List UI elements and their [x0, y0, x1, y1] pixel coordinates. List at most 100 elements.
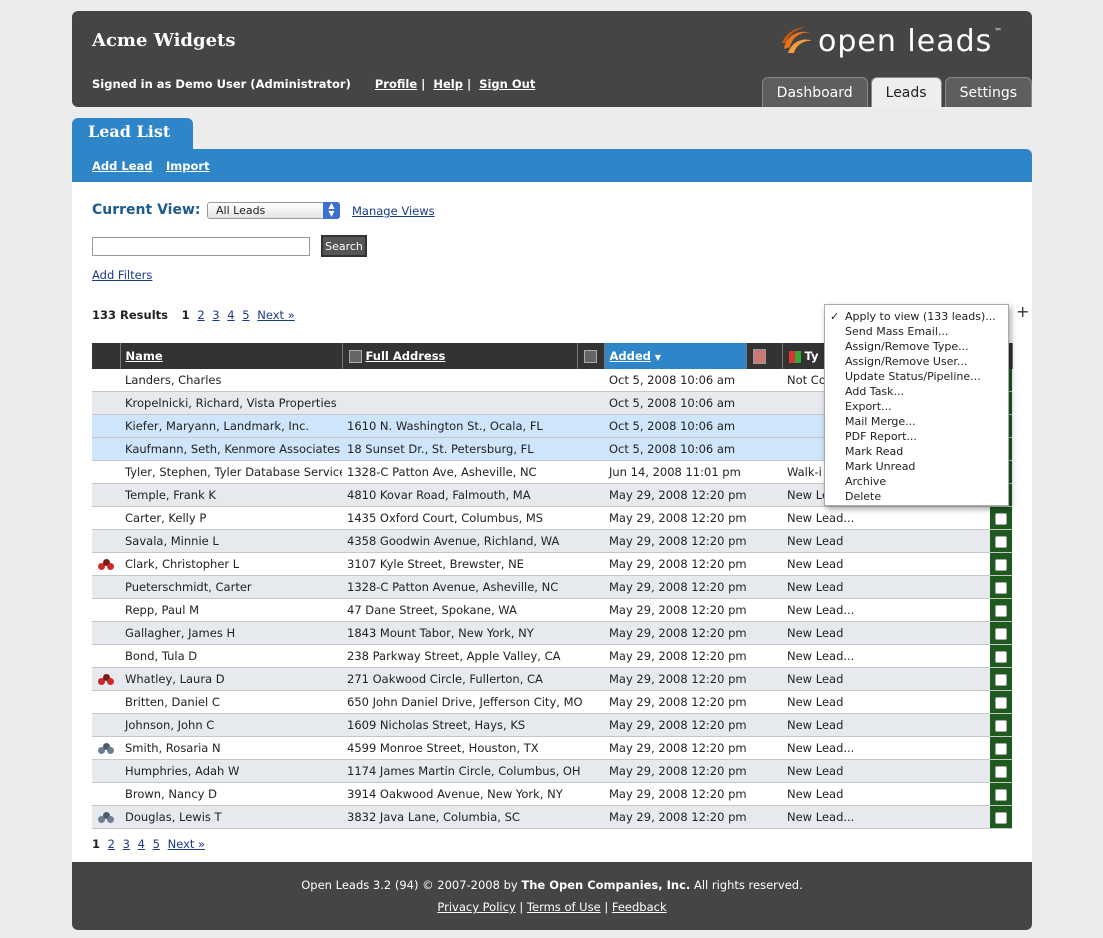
- lead-name[interactable]: Tyler, Stephen, Tyler Database Services: [120, 460, 342, 484]
- sort-by-name-link[interactable]: Name: [126, 349, 163, 363]
- row-checkbox[interactable]: [995, 627, 1007, 640]
- select-cell[interactable]: [990, 552, 1012, 576]
- add-filters-link[interactable]: Add Filters: [92, 268, 152, 282]
- next-page-link[interactable]: Next »: [168, 837, 205, 851]
- row-checkbox[interactable]: [995, 650, 1007, 663]
- lead-name[interactable]: Repp, Paul M: [120, 598, 342, 622]
- next-page-link[interactable]: Next »: [257, 308, 294, 322]
- select-cell[interactable]: [990, 736, 1012, 760]
- row-checkbox[interactable]: [995, 719, 1007, 732]
- menu-item[interactable]: Mark Read: [825, 444, 1008, 459]
- import-link[interactable]: Import: [166, 159, 210, 173]
- page-link[interactable]: 3: [123, 837, 130, 851]
- row-checkbox[interactable]: [995, 742, 1007, 755]
- column-settings-icon[interactable]: [583, 350, 597, 363]
- lead-name[interactable]: Carter, Kelly P: [120, 506, 342, 530]
- row-checkbox[interactable]: [995, 581, 1007, 594]
- row-checkbox[interactable]: [995, 811, 1007, 824]
- lead-name[interactable]: Savala, Minnie L: [120, 529, 342, 553]
- menu-item[interactable]: Assign/Remove Type...: [825, 339, 1008, 354]
- column-options-header[interactable]: [577, 343, 605, 369]
- lead-name[interactable]: Whatley, Laura D: [120, 667, 342, 691]
- search-button[interactable]: Search: [321, 235, 367, 257]
- lead-name[interactable]: Douglas, Lewis T: [120, 805, 342, 829]
- lead-name[interactable]: Kiefer, Maryann, Landmark, Inc.: [120, 414, 342, 438]
- table-row[interactable]: Savala, Minnie L 4358 Goodwin Avenue, Ric…: [92, 529, 1012, 553]
- sign-out-link[interactable]: Sign Out: [479, 77, 535, 91]
- lead-name[interactable]: Kropelnicki, Richard, Vista Properties: [120, 391, 342, 415]
- select-cell[interactable]: [990, 690, 1012, 714]
- menu-item[interactable]: Archive: [825, 474, 1008, 489]
- lead-name[interactable]: Johnson, John C: [120, 713, 342, 737]
- lead-name[interactable]: Temple, Frank K: [120, 483, 342, 507]
- lead-name[interactable]: Clark, Christopher L: [120, 552, 342, 576]
- row-checkbox[interactable]: [995, 558, 1007, 571]
- page-link[interactable]: 3: [212, 308, 219, 322]
- menu-item[interactable]: Mark Unread: [825, 459, 1008, 474]
- select-cell[interactable]: [990, 644, 1012, 668]
- lead-name[interactable]: Pueterschmidt, Carter: [120, 575, 342, 599]
- lead-name[interactable]: Landers, Charles: [120, 369, 342, 392]
- select-cell[interactable]: [990, 621, 1012, 645]
- lead-name[interactable]: Gallagher, James H: [120, 621, 342, 645]
- table-row[interactable]: Whatley, Laura D 271 Oakwood Circle, Full…: [92, 667, 1012, 691]
- row-checkbox[interactable]: [995, 512, 1007, 525]
- table-row[interactable]: Douglas, Lewis T 3832 Java Lane, Columbia…: [92, 805, 1012, 829]
- page-link[interactable]: 2: [197, 308, 204, 322]
- current-view-select[interactable]: All Leads ▲ ▼: [207, 202, 340, 219]
- select-cell[interactable]: [990, 759, 1012, 783]
- lead-name[interactable]: Kaufmann, Seth, Kenmore Associates: [120, 437, 342, 461]
- tab-leads[interactable]: Leads: [870, 77, 942, 107]
- help-link[interactable]: Help: [433, 77, 463, 91]
- privacy-policy-link[interactable]: Privacy Policy: [437, 900, 515, 914]
- menu-item[interactable]: Send Mass Email...: [825, 324, 1008, 339]
- tab-settings[interactable]: Settings: [944, 77, 1032, 107]
- owner-column-header[interactable]: [746, 343, 783, 369]
- row-checkbox[interactable]: [995, 673, 1007, 686]
- name-column-header[interactable]: Name: [120, 343, 343, 369]
- sort-by-address-link[interactable]: Full Address: [366, 349, 446, 363]
- menu-item[interactable]: Update Status/Pipeline...: [825, 369, 1008, 384]
- table-row[interactable]: Clark, Christopher L 3107 Kyle Street, Br…: [92, 552, 1012, 576]
- feedback-link[interactable]: Feedback: [612, 900, 667, 914]
- sort-by-added-link[interactable]: Added: [610, 349, 651, 363]
- menu-item[interactable]: ✓ Apply to view (133 leads)...: [825, 309, 1008, 324]
- lead-name[interactable]: Britten, Daniel C: [120, 690, 342, 714]
- select-cell[interactable]: [990, 529, 1012, 553]
- menu-item[interactable]: Export...: [825, 399, 1008, 414]
- table-row[interactable]: Bond, Tula D 238 Parkway Street, Apple Va…: [92, 644, 1012, 668]
- menu-item[interactable]: Add Task...: [825, 384, 1008, 399]
- menu-item[interactable]: Assign/Remove User...: [825, 354, 1008, 369]
- table-row[interactable]: Johnson, John C 1609 Nicholas Street, Hay…: [92, 713, 1012, 737]
- page-link[interactable]: 5: [242, 308, 249, 322]
- lead-name[interactable]: Humphries, Adah W: [120, 759, 342, 783]
- table-row[interactable]: Repp, Paul M 47 Dane Street, Spokane, WA M…: [92, 598, 1012, 622]
- select-cell[interactable]: [990, 667, 1012, 691]
- page-link[interactable]: 4: [138, 837, 145, 851]
- terms-of-use-link[interactable]: Terms of Use: [527, 900, 601, 914]
- search-input[interactable]: [92, 237, 310, 256]
- select-cell[interactable]: [990, 598, 1012, 622]
- row-checkbox[interactable]: [995, 765, 1007, 778]
- row-checkbox[interactable]: [995, 788, 1007, 801]
- row-checkbox[interactable]: [995, 535, 1007, 548]
- select-cell[interactable]: [990, 713, 1012, 737]
- row-checkbox[interactable]: [995, 604, 1007, 617]
- menu-item[interactable]: Mail Merge...: [825, 414, 1008, 429]
- add-lead-link[interactable]: Add Lead: [92, 159, 153, 173]
- added-column-header[interactable]: Added ▼: [604, 343, 747, 369]
- lead-name[interactable]: Brown, Nancy D: [120, 782, 342, 806]
- table-row[interactable]: Britten, Daniel C 650 John Daniel Drive, …: [92, 690, 1012, 714]
- row-checkbox[interactable]: [995, 696, 1007, 709]
- column-settings-icon[interactable]: [348, 350, 362, 363]
- menu-item[interactable]: Delete: [825, 489, 1008, 504]
- table-row[interactable]: Carter, Kelly P 1435 Oxford Court, Columb…: [92, 506, 1012, 530]
- select-cell[interactable]: [990, 575, 1012, 599]
- profile-link[interactable]: Profile: [375, 77, 417, 91]
- menu-item[interactable]: PDF Report...: [825, 429, 1008, 444]
- lead-name[interactable]: Bond, Tula D: [120, 644, 342, 668]
- manage-views-link[interactable]: Manage Views: [352, 204, 435, 218]
- page-link[interactable]: 5: [153, 837, 160, 851]
- select-cell[interactable]: [990, 782, 1012, 806]
- page-link[interactable]: 4: [227, 308, 234, 322]
